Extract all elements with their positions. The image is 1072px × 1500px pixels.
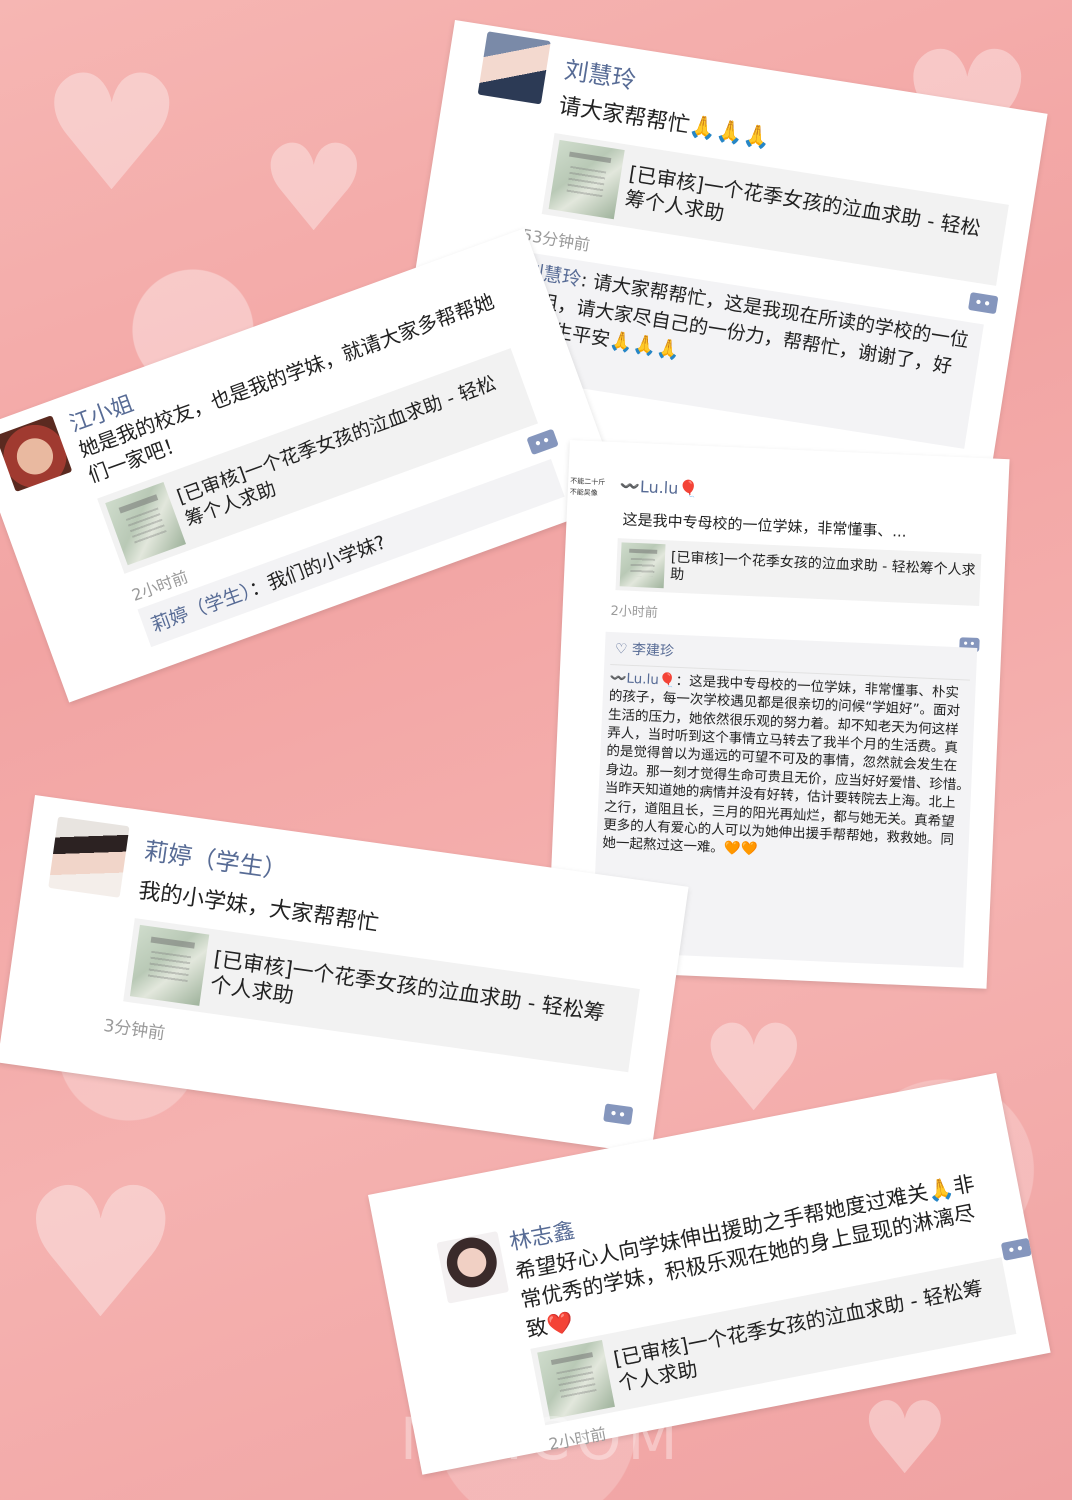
comment-text: : 请大家帮帮忙，这是我现在所读的学校的一位学姐，请大家尽自己的一份力，帮帮忙，…: [514, 269, 971, 378]
heart-decoration: ♥: [20, 1150, 182, 1359]
avatar[interactable]: [477, 31, 551, 105]
link-thumbnail: [129, 924, 210, 1006]
comment-text: ：这是我中专母校的一位学妹，非常懂事、朴实的孩子，每一次学校遇见都是很亲切的问候…: [602, 672, 1004, 858]
poster-name[interactable]: 〰️Lu.lu🎈: [620, 476, 699, 498]
heart-decoration: ♥: [40, 40, 184, 227]
avatar[interactable]: [0, 415, 73, 493]
link-thumbnail: [548, 139, 625, 220]
link-thumbnail: [619, 542, 666, 589]
avatar[interactable]: [436, 1231, 510, 1304]
post-text: 这是我中专母校的一位学妹，非常懂事、...: [622, 510, 908, 541]
avatar[interactable]: [48, 816, 130, 898]
moment-card: 江小姐 她是我的校友，也是我的学妹，就请大家多帮帮她们一家吧！ [已审核]一个花…: [0, 228, 624, 703]
side-text: 不能二十斤 不能吴像: [569, 477, 606, 498]
link-thumbnail: [105, 481, 187, 566]
heart-decoration: ♥: [260, 120, 368, 259]
shared-link[interactable]: [已审核]一个花季女孩的泣血求助 - 轻松筹个人求助: [615, 538, 982, 607]
link-title: [已审核]一个花季女孩的泣血求助 - 轻松筹个人求助: [669, 549, 976, 584]
comment-icon[interactable]: ••: [526, 428, 559, 456]
heart-decoration: ♥: [860, 1380, 950, 1497]
watermark: M...COM: [400, 1405, 684, 1473]
comment-text: ：我们的小学妹?: [246, 531, 389, 602]
comment-icon[interactable]: ••: [1000, 1237, 1032, 1261]
comment-icon[interactable]: ••: [603, 1103, 634, 1126]
comment-author[interactable]: 〰️Lu.lu🎈: [609, 670, 676, 689]
comment-icon[interactable]: ••: [967, 292, 999, 315]
post-time: 3分钟前: [102, 1015, 167, 1045]
post-time: 2小时前: [610, 603, 659, 621]
